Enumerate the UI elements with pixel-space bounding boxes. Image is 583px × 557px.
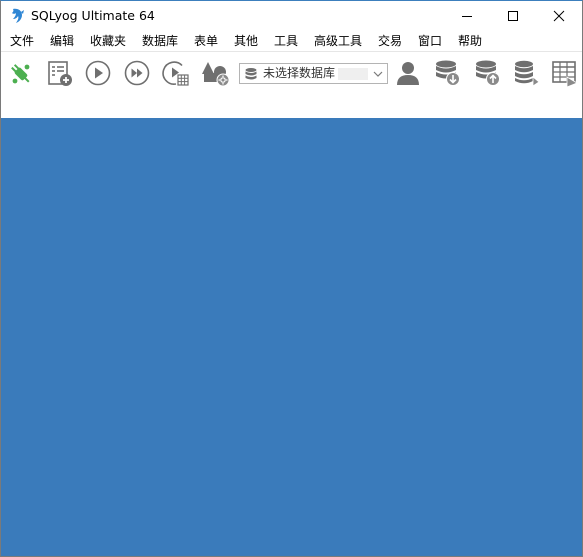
- chevron-down-icon: [373, 71, 383, 77]
- sqlyog-dolphin-icon: [10, 7, 26, 25]
- minimize-icon: [462, 16, 472, 17]
- user-manager-button[interactable]: [394, 59, 424, 89]
- table-export-icon: [552, 61, 578, 88]
- menu-favorites[interactable]: 收藏夹: [90, 33, 126, 49]
- db-download-icon: [436, 60, 460, 86]
- database-icon: [245, 68, 257, 80]
- restore-database-button[interactable]: [473, 59, 503, 89]
- main-toolbar: 未选择数据库: [1, 51, 582, 119]
- application-window: SQLyog Ultimate 64 文件 编辑 收藏夹 数据库 表单 其他 工…: [0, 0, 583, 557]
- database-select-value: 未选择数据库: [263, 66, 336, 80]
- query-add-icon: [48, 61, 72, 86]
- menu-database[interactable]: 数据库: [142, 33, 178, 49]
- menu-tools[interactable]: 工具: [274, 33, 298, 49]
- new-query-editor-button[interactable]: [46, 59, 76, 89]
- menu-others[interactable]: 其他: [234, 33, 258, 49]
- play-grid-icon: [162, 61, 189, 86]
- database-select[interactable]: 未选择数据库: [239, 63, 388, 84]
- new-connection-button[interactable]: [6, 59, 36, 89]
- menu-powertools[interactable]: 高级工具: [314, 33, 362, 49]
- db-sync-button[interactable]: [512, 59, 542, 89]
- database-select-field: [338, 68, 368, 80]
- maximize-icon: [508, 11, 518, 21]
- maximize-button[interactable]: [490, 1, 536, 31]
- table-export-button[interactable]: [551, 59, 582, 89]
- title-bar[interactable]: SQLyog Ultimate 64: [1, 1, 582, 31]
- menu-help[interactable]: 帮助: [458, 33, 482, 49]
- mdi-workspace[interactable]: [1, 118, 582, 556]
- fast-forward-icon: [124, 60, 150, 86]
- execute-and-edit-button[interactable]: [162, 59, 192, 89]
- menu-edit[interactable]: 编辑: [50, 33, 74, 49]
- menu-table[interactable]: 表单: [194, 33, 218, 49]
- menu-file[interactable]: 文件: [10, 33, 34, 49]
- play-icon: [85, 60, 111, 86]
- backup-database-button[interactable]: [433, 59, 463, 89]
- window-title: SQLyog Ultimate 64: [31, 8, 155, 23]
- minimize-button[interactable]: [444, 1, 490, 31]
- menu-window[interactable]: 窗口: [418, 33, 442, 49]
- db-upload-icon: [476, 60, 500, 86]
- shapes-icon: [202, 62, 230, 87]
- execute-all-button[interactable]: [123, 59, 153, 89]
- menu-transaction[interactable]: 交易: [378, 33, 402, 49]
- close-button[interactable]: [536, 1, 582, 31]
- close-icon: [553, 10, 565, 22]
- schema-designer-button[interactable]: [200, 59, 230, 89]
- execute-query-button[interactable]: [84, 59, 114, 89]
- menu-bar: 文件 编辑 收藏夹 数据库 表单 其他 工具 高级工具 交易 窗口 帮助: [1, 31, 582, 51]
- user-icon: [397, 62, 419, 85]
- plug-icon: [11, 64, 30, 84]
- db-sync-icon: [515, 60, 540, 87]
